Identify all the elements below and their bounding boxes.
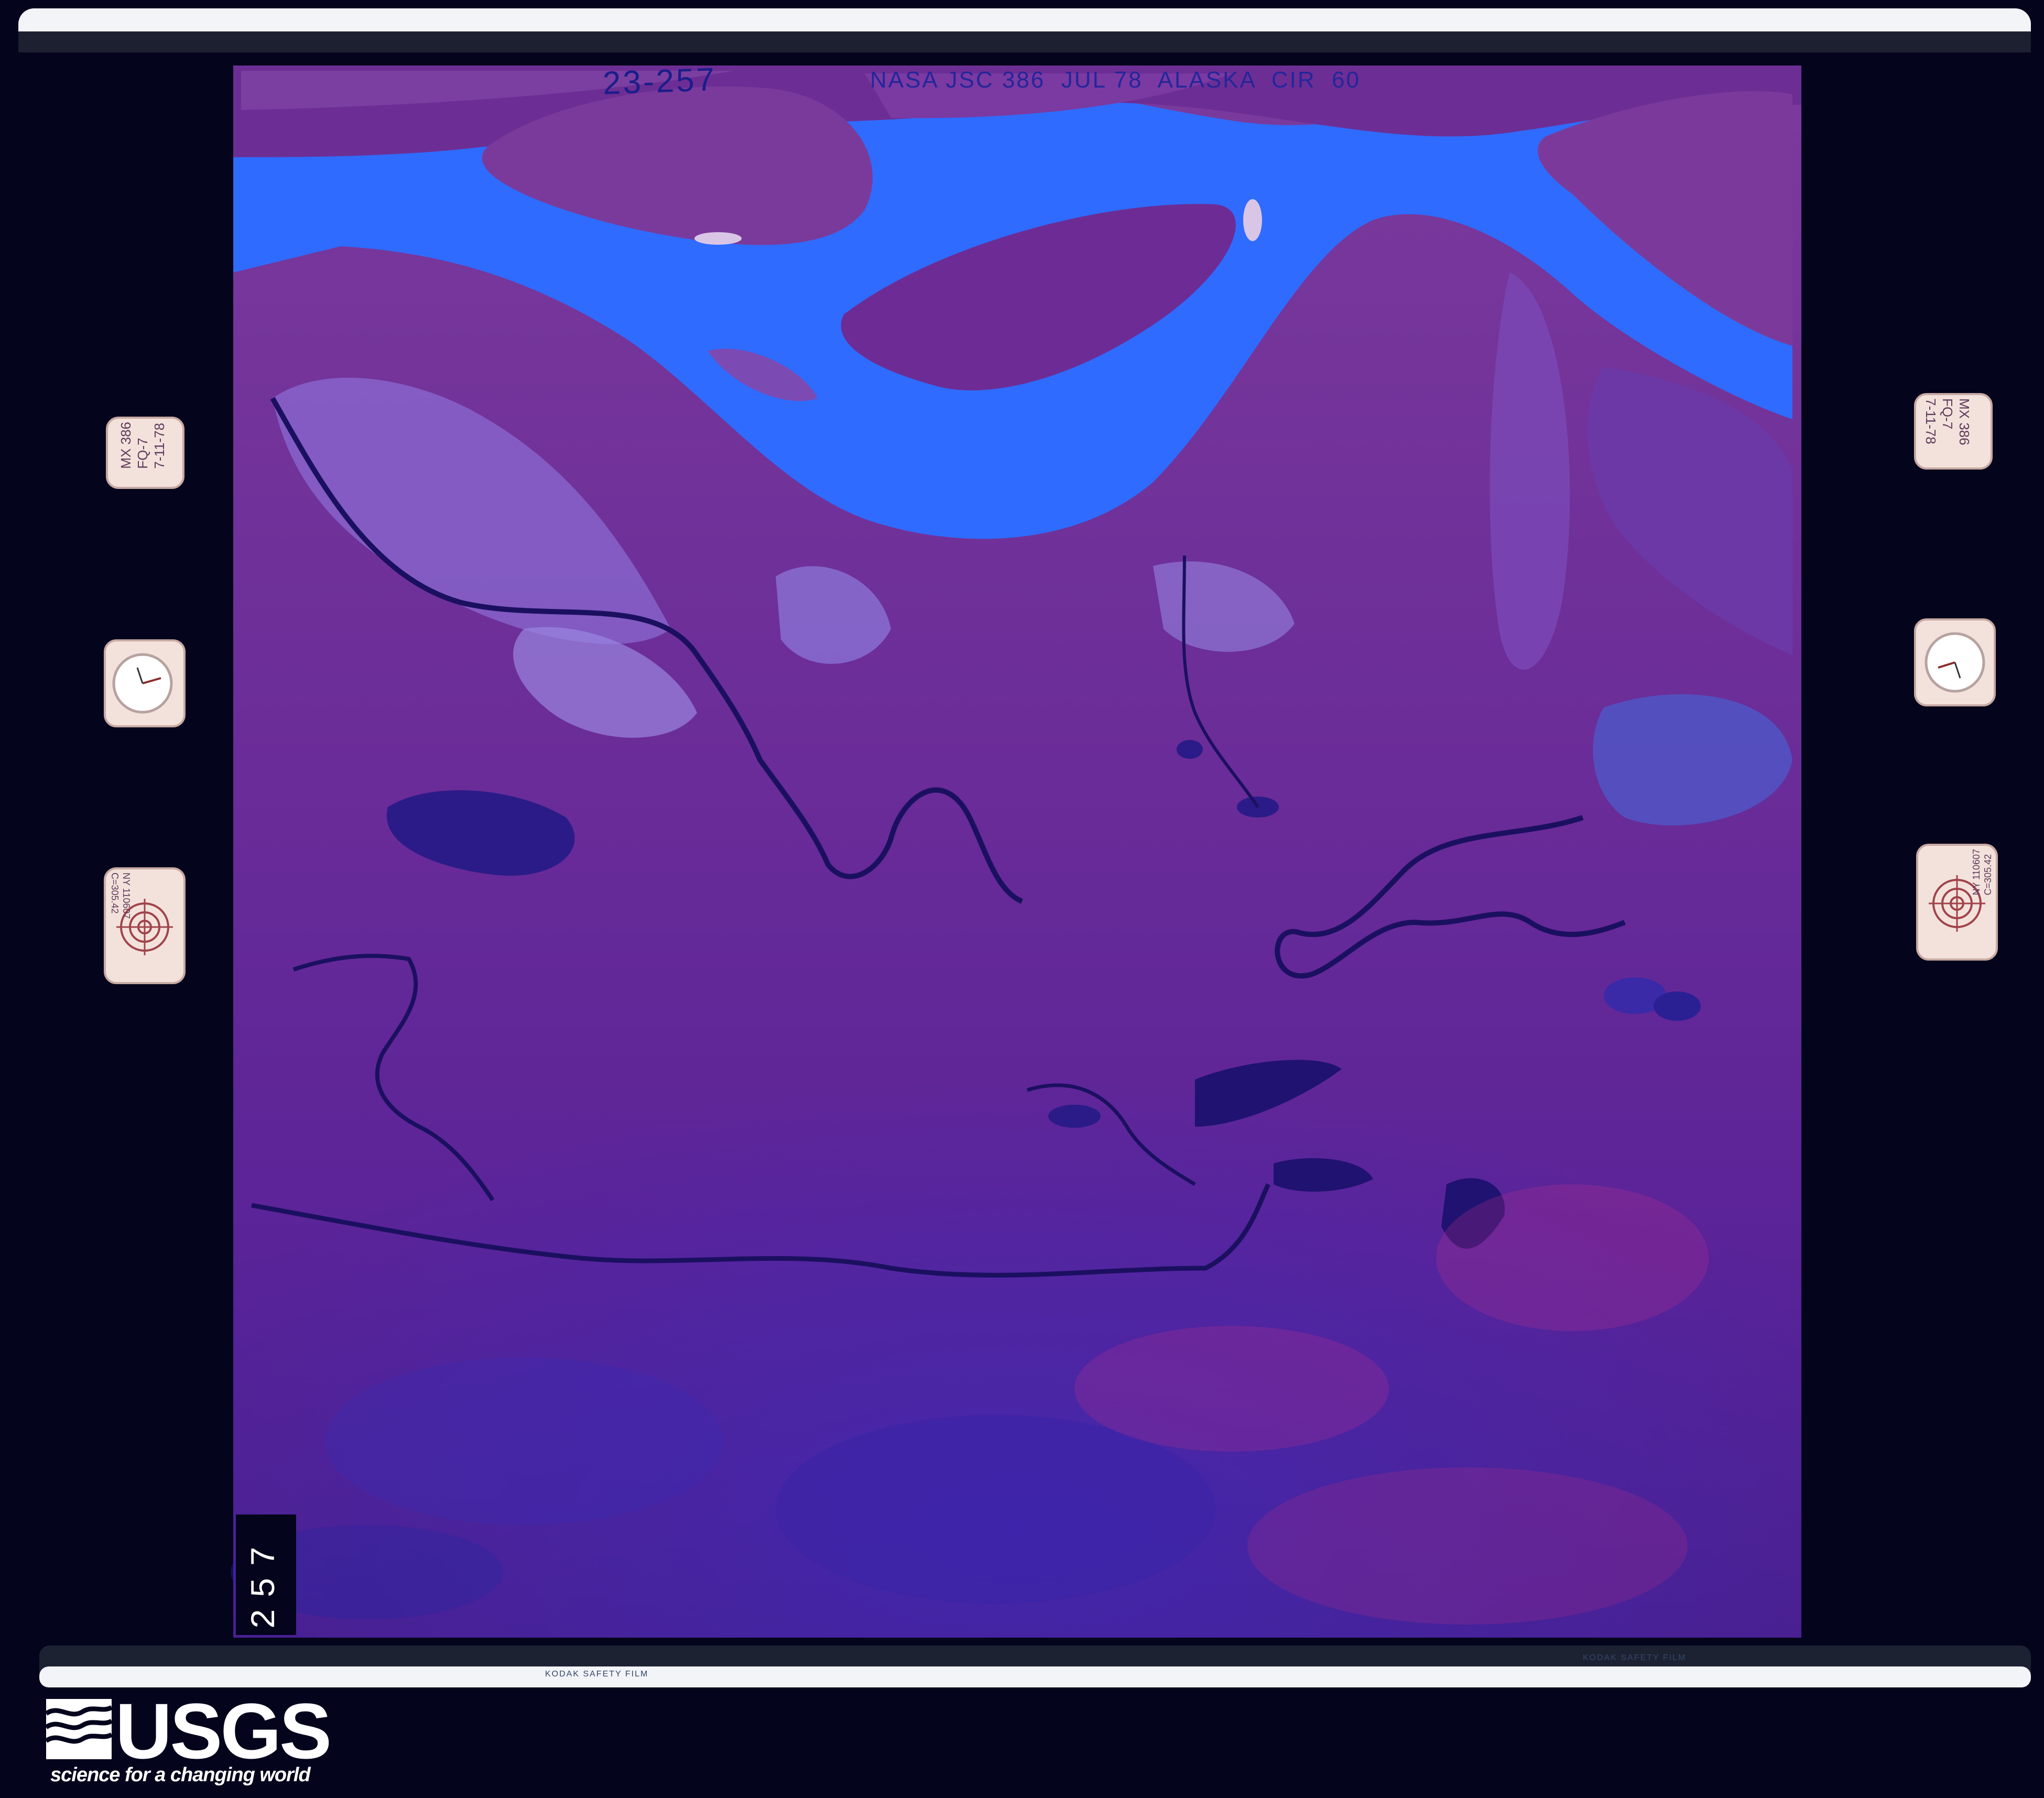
film-edge-print: KODAK SAFETY FILM bbox=[1583, 1653, 1687, 1662]
usgs-wave-logo-icon bbox=[46, 1699, 112, 1759]
frame-number: 257 bbox=[245, 1535, 285, 1629]
clock-chip bbox=[104, 639, 186, 727]
lens-chip-text: NY 110607 C=305.42 bbox=[110, 873, 132, 919]
frame-code: 23-257 bbox=[602, 61, 717, 102]
clock-icon bbox=[1925, 632, 1985, 693]
fiducial-chip: NY 110607 C=305.42 bbox=[104, 867, 186, 984]
clock-icon bbox=[112, 653, 173, 714]
calibration-chip-text: MX 386 FQ-7 7-11-78 bbox=[1923, 398, 1972, 445]
fiducial-chip: NY 110607 C=305.42 bbox=[1916, 844, 1998, 961]
calibration-data-chip: MX 386 FQ-7 7-11-78 bbox=[1914, 393, 1993, 470]
usgs-tagline: science for a changing world bbox=[50, 1764, 311, 1786]
mission-annotation: NASA JSC 386 JUL 78 ALASKA CIR 60 bbox=[870, 67, 1361, 93]
usgs-wordmark: USGS bbox=[115, 1687, 332, 1775]
lens-chip-text: NY 110607 C=305.42 bbox=[1971, 849, 1993, 896]
clock-chip bbox=[1914, 618, 1996, 706]
film-frame-photo bbox=[18, 8, 2031, 1687]
calibration-data-chip: MX 386 FQ-7 7-11-78 bbox=[106, 417, 184, 489]
film-edge-print: KODAK SAFETY FILM bbox=[545, 1670, 649, 1679]
calibration-chip-text: MX 386 FQ-7 7-11-78 bbox=[118, 422, 167, 469]
